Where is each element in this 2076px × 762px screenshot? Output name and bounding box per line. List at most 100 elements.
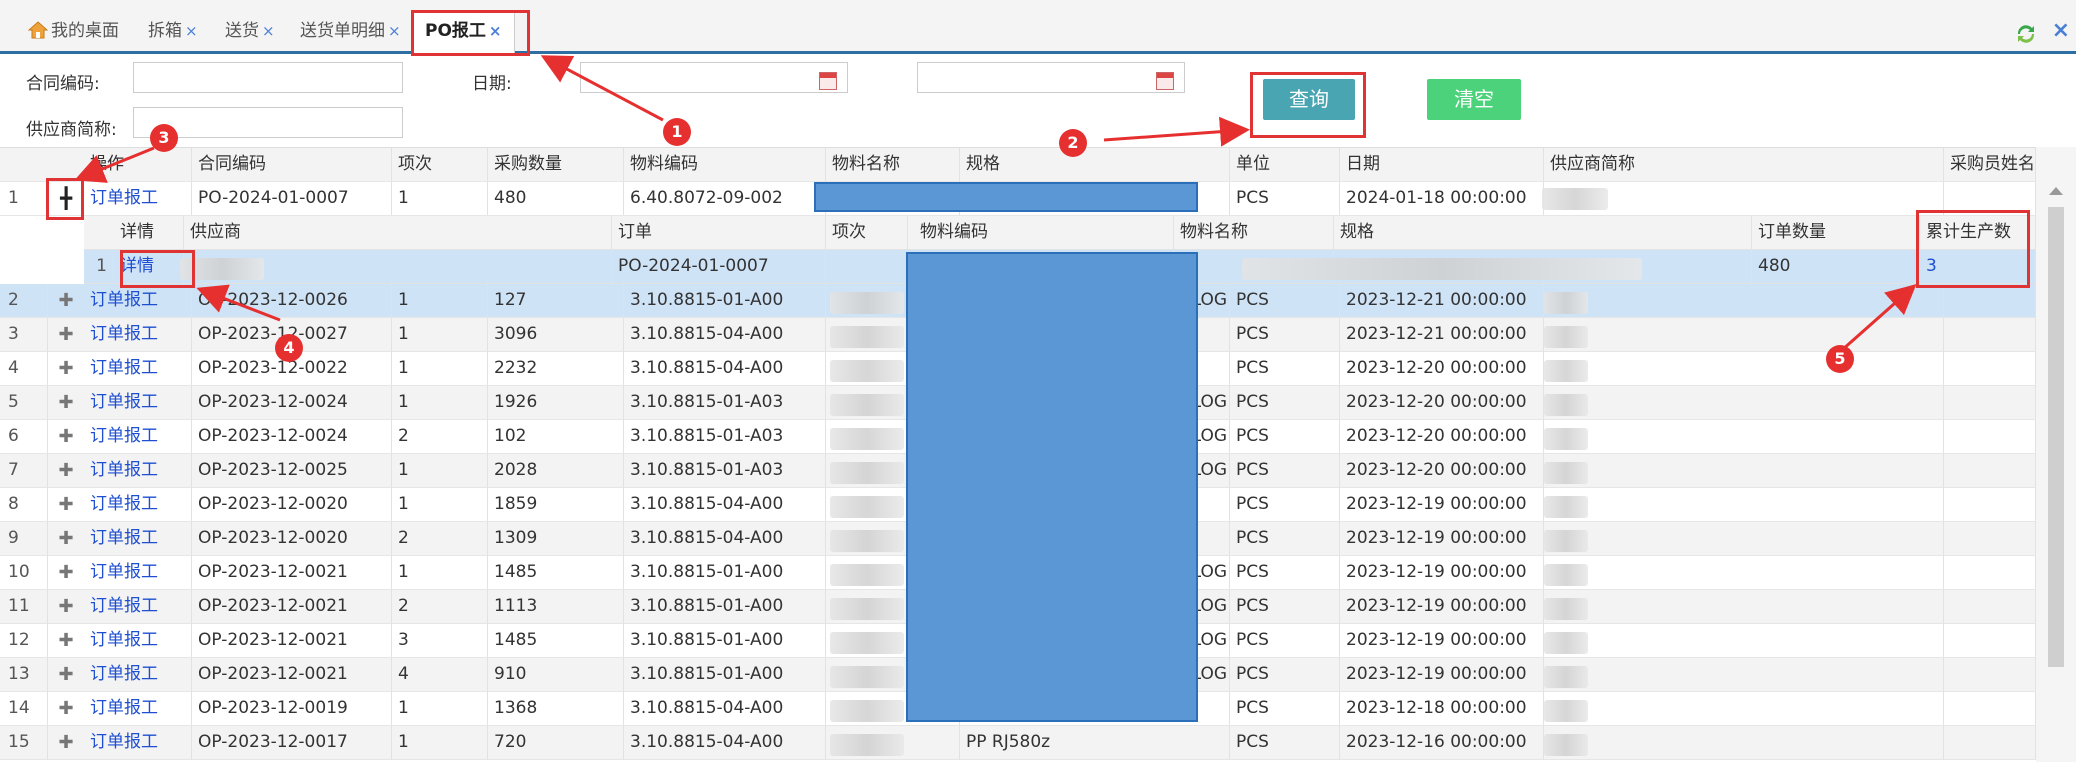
- scrollbar-thumb[interactable]: [2048, 207, 2064, 667]
- material-code-cell: 3.10.8815-04-A00: [624, 726, 826, 759]
- col-unit[interactable]: 单位: [1230, 148, 1340, 181]
- qty-cell: 1113: [488, 590, 624, 623]
- close-icon[interactable]: ×: [262, 22, 275, 40]
- material-code-cell: 3.10.8815-01-A00: [624, 658, 826, 691]
- expand-row-icon[interactable]: ✚: [48, 692, 84, 725]
- order-report-link[interactable]: 订单报工: [84, 284, 192, 317]
- order-report-link[interactable]: 订单报工: [84, 522, 192, 555]
- order-report-link[interactable]: 订单报工: [84, 590, 192, 623]
- date-cell: 2023-12-19 00:00:00: [1340, 522, 1544, 555]
- order-report-link[interactable]: 订单报工: [84, 624, 192, 657]
- order-report-link[interactable]: 订单报工: [84, 726, 192, 759]
- highlight-box-expander: [46, 178, 84, 220]
- sub-order-qty-cell: 480: [1752, 250, 1920, 283]
- expand-row-icon[interactable]: ✚: [48, 590, 84, 623]
- col-buyer[interactable]: 采购员姓名: [1944, 148, 2036, 181]
- date-cell: 2023-12-20 00:00:00: [1340, 454, 1544, 487]
- col-operation[interactable]: 操作: [84, 148, 192, 181]
- expand-row-icon[interactable]: ✚: [48, 284, 84, 317]
- unit-cell: PCS: [1230, 522, 1340, 555]
- date-cell: 2023-12-20 00:00:00: [1340, 352, 1544, 385]
- col-material-code[interactable]: 物料编码: [624, 148, 826, 181]
- expand-row-icon[interactable]: ✚: [48, 454, 84, 487]
- close-all-icon[interactable]: ×: [2052, 18, 2070, 43]
- qty-cell: 3096: [488, 318, 624, 351]
- calendar-icon[interactable]: [819, 72, 837, 90]
- date-from-input[interactable]: [580, 62, 848, 93]
- col-date[interactable]: 日期: [1340, 148, 1544, 181]
- unit-cell: PCS: [1230, 624, 1340, 657]
- blurred-text: [1544, 598, 1588, 620]
- col-supplier[interactable]: 供应商简称: [1544, 148, 1944, 181]
- col-contract[interactable]: 合同编码: [192, 148, 392, 181]
- item-cell: 1: [392, 284, 488, 317]
- expand-row-icon[interactable]: ✚: [48, 352, 84, 385]
- unit-cell: PCS: [1230, 386, 1340, 419]
- expand-row-icon[interactable]: ✚: [48, 556, 84, 589]
- close-icon[interactable]: ×: [388, 22, 401, 40]
- col-item[interactable]: 项次: [392, 148, 488, 181]
- expand-row-icon[interactable]: ✚: [48, 488, 84, 521]
- col-qty[interactable]: 采购数量: [488, 148, 624, 181]
- buyer-cell: [1944, 522, 2036, 555]
- clear-button[interactable]: 清空: [1427, 79, 1521, 120]
- order-report-link[interactable]: 订单报工: [84, 556, 192, 589]
- date-to-input[interactable]: [917, 62, 1185, 93]
- sub-col-item[interactable]: 项次: [826, 216, 908, 249]
- contract-input[interactable]: [133, 62, 403, 93]
- tab-label: 送货单明细: [300, 21, 385, 41]
- row-number: 14: [0, 692, 48, 725]
- blurred-text: [1544, 700, 1588, 722]
- expand-row-icon[interactable]: ✚: [48, 624, 84, 657]
- expand-row-icon[interactable]: ✚: [48, 658, 84, 691]
- contract-cell: OP-2023-12-0026: [192, 284, 392, 317]
- order-report-link[interactable]: 订单报工: [84, 454, 192, 487]
- order-report-link[interactable]: 订单报工: [84, 182, 192, 215]
- supplier-cell: [1544, 692, 1944, 725]
- blurred-text: [830, 734, 904, 756]
- order-report-link[interactable]: 订单报工: [84, 488, 192, 521]
- close-icon[interactable]: ×: [185, 22, 198, 40]
- tab-delivery[interactable]: 送货 ×: [225, 17, 275, 45]
- expand-row-icon[interactable]: ✚: [48, 386, 84, 419]
- blurred-text: [1544, 360, 1588, 382]
- order-report-link[interactable]: 订单报工: [84, 658, 192, 691]
- item-cell: 2: [392, 590, 488, 623]
- col-spec[interactable]: 规格: [960, 148, 1230, 181]
- order-report-link[interactable]: 订单报工: [84, 318, 192, 351]
- order-report-link[interactable]: 订单报工: [84, 386, 192, 419]
- expand-row-icon[interactable]: ✚: [48, 726, 84, 759]
- buyer-cell: [1944, 556, 2036, 589]
- scroll-up-icon[interactable]: [2049, 187, 2063, 195]
- buyer-cell: [1944, 454, 2036, 487]
- tab-desktop[interactable]: 我的桌面: [28, 17, 119, 45]
- calendar-icon[interactable]: [1156, 72, 1174, 90]
- item-cell: 1: [392, 182, 488, 215]
- blurred-text: [830, 360, 904, 382]
- order-report-link[interactable]: 订单报工: [84, 420, 192, 453]
- refresh-icon[interactable]: [2014, 22, 2038, 46]
- tab-unboxing[interactable]: 拆箱 ×: [148, 17, 198, 45]
- home-icon: [28, 21, 48, 39]
- expand-row-icon[interactable]: ✚: [48, 522, 84, 555]
- sub-col-material-code[interactable]: 物料编码: [914, 216, 1174, 249]
- contract-cell: OP-2023-12-0020: [192, 488, 392, 521]
- vertical-scrollbar[interactable]: [2036, 147, 2076, 762]
- buyer-cell: [1944, 420, 2036, 453]
- tab-delivery-detail[interactable]: 送货单明细 ×: [300, 17, 401, 45]
- sub-col-detail[interactable]: 详情: [114, 216, 184, 249]
- sub-col-supplier[interactable]: 供应商: [184, 216, 612, 249]
- order-report-link[interactable]: 订单报工: [84, 692, 192, 725]
- expand-row-icon[interactable]: ✚: [48, 420, 84, 453]
- sub-col-spec[interactable]: 规格: [1334, 216, 1752, 249]
- col-material-name[interactable]: 物料名称: [826, 148, 960, 181]
- order-report-link[interactable]: 订单报工: [84, 352, 192, 385]
- table-row[interactable]: 15 ✚ 订单报工 OP-2023-12-0017 1 720 3.10.8815-04-A…: [0, 726, 2036, 760]
- contract-cell: OP-2023-12-0019: [192, 692, 392, 725]
- sub-col-order-qty[interactable]: 订单数量: [1752, 216, 1920, 249]
- sub-col-material-name[interactable]: 物料名称: [1174, 216, 1334, 249]
- sub-col-order[interactable]: 订单: [612, 216, 826, 249]
- row-number: 11: [0, 590, 48, 623]
- expand-row-icon[interactable]: ✚: [48, 318, 84, 351]
- highlight-box-produced: [1916, 210, 2030, 288]
